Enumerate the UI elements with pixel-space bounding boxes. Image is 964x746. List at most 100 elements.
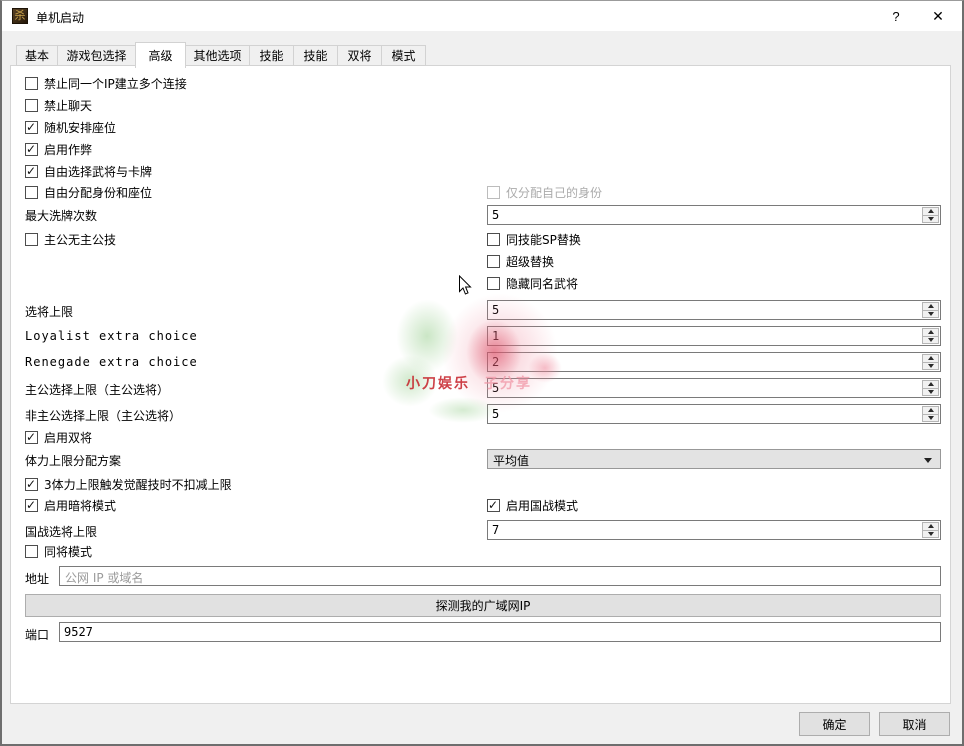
checkbox-free-choose[interactable]: 自由选择武将与卡牌 (25, 164, 152, 179)
chevron-down-icon (924, 458, 932, 463)
spinbox-nonlord-choice-limit[interactable]: 5 (487, 404, 941, 424)
tab-basic[interactable]: 基本 (16, 45, 58, 66)
checkbox-box (25, 545, 38, 558)
checkbox-box (25, 77, 38, 90)
help-button[interactable]: ? (876, 1, 916, 31)
spinbox-value: 7 (492, 523, 499, 537)
ok-button[interactable]: 确定 (799, 712, 870, 736)
checkbox-box (487, 499, 500, 512)
hp-scheme-dropdown[interactable]: 平均值 (487, 449, 941, 469)
spin-down-button[interactable] (922, 530, 939, 539)
checkbox-label: 自由选择武将与卡牌 (44, 163, 152, 180)
checkbox-hide-same-name[interactable]: 隐藏同名武将 (487, 276, 578, 291)
title-bar[interactable]: 杀 单机启动 ? ✕ (2, 1, 962, 31)
advanced-tab-page: 禁止同一个IP建立多个连接 禁止聊天 随机安排座位 启用作弊 自由选择武将与卡牌… (10, 65, 951, 704)
spin-up-button[interactable] (922, 302, 939, 310)
spin-down-button[interactable] (922, 388, 939, 397)
spin-down-button[interactable] (922, 310, 939, 319)
label-hp-scheme: 体力上限分配方案 (25, 452, 121, 469)
checkbox-enable-double[interactable]: 启用双将 (25, 430, 92, 445)
spinner-buttons (922, 406, 939, 422)
checkbox-box (25, 121, 38, 134)
checkbox-label: 随机安排座位 (44, 119, 116, 136)
spinbox-max-shuffle[interactable]: 5 (487, 205, 941, 225)
checkbox-random-seat[interactable]: 随机安排座位 (25, 120, 116, 135)
dropdown-value: 平均值 (493, 452, 529, 469)
address-placeholder: 公网 IP 或域名 (65, 569, 143, 586)
checkbox-box (487, 233, 500, 246)
spin-down-button[interactable] (922, 215, 939, 224)
spinbox-value: 5 (492, 381, 499, 395)
label-max-shuffle: 最大洗牌次数 (25, 207, 97, 224)
checkbox-same-skill-sp[interactable]: 同技能SP替换 (487, 232, 581, 247)
label-nonlord-choice-limit: 非主公选择上限（主公选将） (25, 407, 181, 424)
checkbox-box (25, 431, 38, 444)
checkbox-label: 启用双将 (44, 429, 92, 446)
checkbox-box (25, 186, 38, 199)
close-icon[interactable]: ✕ (916, 1, 960, 31)
address-input[interactable]: 公网 IP 或域名 (59, 566, 941, 586)
tab-label: 技能 (303, 47, 327, 64)
checkbox-free-assign[interactable]: 自由分配身份和座位 (25, 185, 152, 200)
label-lord-choice-limit: 主公选择上限（主公选将） (25, 381, 169, 398)
checkbox-label: 同技能SP替换 (506, 231, 581, 248)
spin-up-button[interactable] (922, 522, 939, 530)
checkbox-assign-self-only: 仅分配自己的身份 (487, 185, 602, 200)
spinbox-choice-limit[interactable]: 5 (487, 300, 941, 320)
tab-skills-1[interactable]: 技能 (249, 45, 294, 66)
spinner-buttons (922, 328, 939, 344)
label-port: 端口 (25, 626, 49, 643)
checkbox-forbid-chat[interactable]: 禁止聊天 (25, 98, 92, 113)
port-value: 9527 (64, 625, 93, 639)
tab-misc[interactable]: 其他选项 (185, 45, 250, 66)
spinbox-value: 1 (492, 329, 499, 343)
checkbox-label: 仅分配自己的身份 (506, 184, 602, 201)
checkbox-label: 启用国战模式 (506, 497, 578, 514)
spin-down-button[interactable] (922, 336, 939, 345)
checkbox-awaken-no-reduce[interactable]: 3体力上限触发觉醒技时不扣减上限 (25, 477, 232, 492)
dialog-window: 杀 单机启动 ? ✕ 基本 游戏包选择 高级 其他选项 技能 技能 双将 模式 … (0, 0, 964, 746)
spinbox-hegemony-choice-limit[interactable]: 7 (487, 520, 941, 540)
spinner-buttons (922, 522, 939, 538)
checkbox-label: 隐藏同名武将 (506, 275, 578, 292)
spin-up-button[interactable] (922, 207, 939, 215)
spinbox-loyalist-extra[interactable]: 1 (487, 326, 941, 346)
checkbox-enable-hegemony[interactable]: 启用国战模式 (487, 498, 578, 513)
tab-advanced[interactable]: 高级 (135, 42, 186, 68)
detect-wan-ip-button[interactable]: 探测我的广域网IP (25, 594, 941, 617)
checkbox-box (25, 165, 38, 178)
spinbox-lord-choice-limit[interactable]: 5 (487, 378, 941, 398)
checkbox-super-replace[interactable]: 超级替换 (487, 254, 554, 269)
tab-skills-2[interactable]: 技能 (293, 45, 338, 66)
tab-packages[interactable]: 游戏包选择 (57, 45, 136, 66)
spinner-buttons (922, 207, 939, 223)
checkbox-enable-cheat[interactable]: 启用作弊 (25, 142, 92, 157)
spin-up-button[interactable] (922, 406, 939, 414)
checkbox-enable-hidden-general[interactable]: 启用暗将模式 (25, 498, 116, 513)
checkbox-box (25, 233, 38, 246)
checkbox-lord-no-skill[interactable]: 主公无主公技 (25, 232, 116, 247)
window-title: 单机启动 (36, 9, 84, 26)
checkbox-forbid-multi-ip[interactable]: 禁止同一个IP建立多个连接 (25, 76, 187, 91)
label-choice-limit: 选将上限 (25, 303, 73, 320)
spin-down-button[interactable] (922, 414, 939, 423)
port-input[interactable]: 9527 (59, 622, 941, 642)
checkbox-box (25, 99, 38, 112)
tab-label: 其他选项 (193, 47, 241, 64)
spin-up-button[interactable] (922, 380, 939, 388)
tab-double-general[interactable]: 双将 (337, 45, 382, 66)
tab-label: 模式 (391, 47, 415, 64)
checkbox-same-general-mode[interactable]: 同将模式 (25, 544, 92, 559)
tab-mode[interactable]: 模式 (381, 45, 426, 66)
cancel-button[interactable]: 取消 (879, 712, 950, 736)
spin-up-button[interactable] (922, 328, 939, 336)
tab-label: 基本 (25, 47, 49, 64)
spinbox-renegade-extra[interactable]: 2 (487, 352, 941, 372)
label-renegade-extra: Renegade extra choice (25, 355, 198, 369)
spin-down-button[interactable] (922, 362, 939, 371)
spinner-buttons (922, 354, 939, 370)
spinbox-value: 5 (492, 407, 499, 421)
tab-label: 高级 (148, 47, 172, 64)
spin-up-button[interactable] (922, 354, 939, 362)
label-hegemony-choice-limit: 国战选将上限 (25, 523, 97, 540)
